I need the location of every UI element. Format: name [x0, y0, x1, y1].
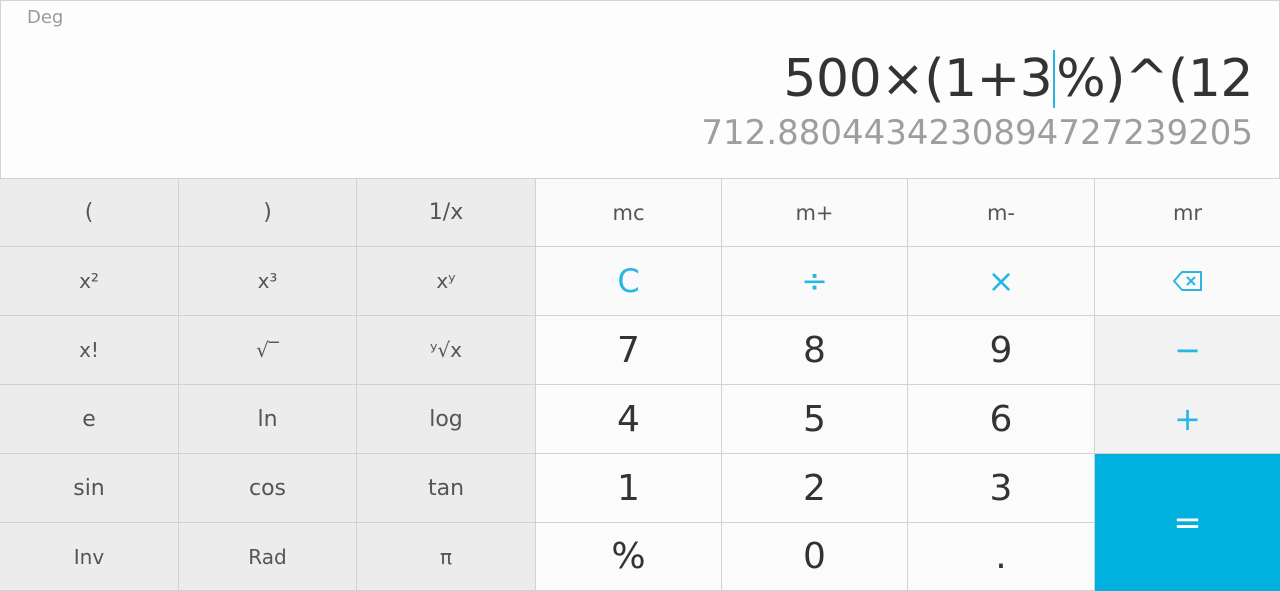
result-preview: 712.8804434230894727239205: [701, 113, 1253, 153]
text-cursor: [1053, 50, 1056, 108]
calculator-display: Deg 500×(1+3%)^(12 712.88044342308947272…: [0, 0, 1280, 178]
tan-button[interactable]: tan: [357, 454, 536, 523]
clear-button[interactable]: C: [536, 247, 722, 316]
memory-recall-button[interactable]: mr: [1095, 178, 1280, 247]
sin-button[interactable]: sin: [0, 454, 179, 523]
backspace-icon: [1172, 271, 1202, 291]
angle-mode-indicator[interactable]: Deg: [27, 7, 63, 28]
digit-2-button[interactable]: 2: [722, 454, 908, 523]
decimal-point-button[interactable]: .: [908, 523, 1095, 591]
digit-0-button[interactable]: 0: [722, 523, 908, 591]
memory-subtract-button[interactable]: m-: [908, 178, 1095, 247]
plus-button[interactable]: +: [1095, 385, 1280, 454]
memory-add-button[interactable]: m+: [722, 178, 908, 247]
percent-button[interactable]: %: [536, 523, 722, 591]
digit-3-button[interactable]: 3: [908, 454, 1095, 523]
expression-before-cursor: 500×(1+3: [783, 49, 1053, 109]
square-root-button[interactable]: √‾: [179, 316, 357, 385]
reciprocal-button[interactable]: 1/x: [357, 178, 536, 247]
close-paren-button[interactable]: ): [179, 178, 357, 247]
cos-button[interactable]: cos: [179, 454, 357, 523]
digit-8-button[interactable]: 8: [722, 316, 908, 385]
digit-4-button[interactable]: 4: [536, 385, 722, 454]
memory-clear-button[interactable]: mc: [536, 178, 722, 247]
pi-button[interactable]: π: [357, 523, 536, 591]
ln-button[interactable]: ln: [179, 385, 357, 454]
minus-button[interactable]: −: [1095, 316, 1280, 385]
digit-7-button[interactable]: 7: [536, 316, 722, 385]
power-button[interactable]: xʸ: [357, 247, 536, 316]
digit-6-button[interactable]: 6: [908, 385, 1095, 454]
digit-9-button[interactable]: 9: [908, 316, 1095, 385]
equals-button[interactable]: =: [1095, 454, 1280, 591]
backspace-button[interactable]: [1095, 247, 1280, 316]
digit-5-button[interactable]: 5: [722, 385, 908, 454]
expression-field[interactable]: 500×(1+3%)^(12: [783, 49, 1253, 109]
rad-mode-button[interactable]: Rad: [179, 523, 357, 591]
divide-button[interactable]: ÷: [722, 247, 908, 316]
multiply-button[interactable]: ×: [908, 247, 1095, 316]
inverse-button[interactable]: Inv: [0, 523, 179, 591]
square-button[interactable]: x²: [0, 247, 179, 316]
factorial-button[interactable]: x!: [0, 316, 179, 385]
cube-button[interactable]: x³: [179, 247, 357, 316]
nth-root-button[interactable]: ʸ√x: [357, 316, 536, 385]
e-constant-button[interactable]: e: [0, 385, 179, 454]
open-paren-button[interactable]: (: [0, 178, 179, 247]
expression-after-cursor: %)^(12: [1056, 49, 1253, 109]
digit-1-button[interactable]: 1: [536, 454, 722, 523]
log-button[interactable]: log: [357, 385, 536, 454]
